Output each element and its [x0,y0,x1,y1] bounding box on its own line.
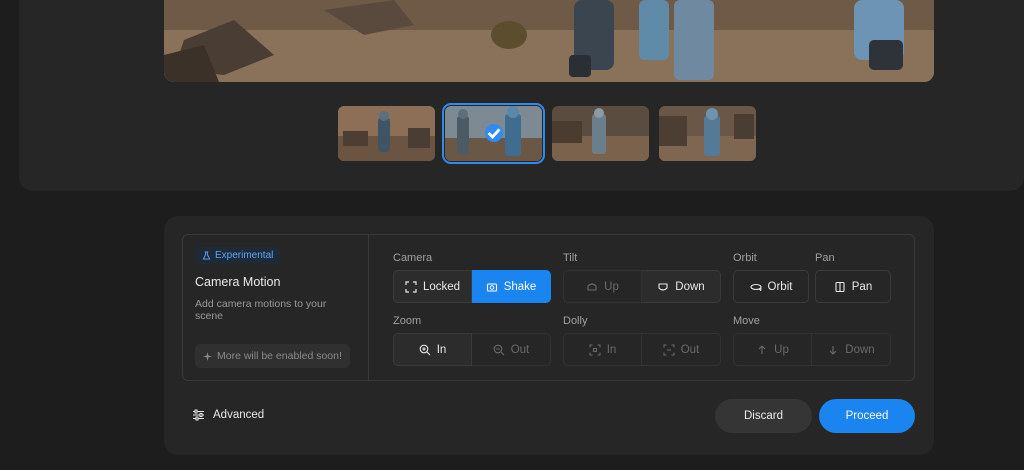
flask-icon [202,251,211,260]
camera-locked-button[interactable]: Locked [393,270,472,303]
corners-icon [405,280,417,293]
advanced-button[interactable]: Advanced [192,409,264,421]
zoom-segment: In Out [393,333,551,366]
pan-segment: Pan [815,270,891,303]
tilt-down-label: Down [675,280,705,293]
proceed-button[interactable]: Proceed [819,399,915,433]
dolly-in-icon [589,344,601,355]
advanced-label: Advanced [213,409,265,421]
move-down-label: Down [845,343,875,356]
orbit-button-label: Orbit [767,280,793,293]
camera-shake-icon [486,282,497,292]
move-up-label: Up [774,343,789,356]
sparkle-icon [203,351,212,361]
check-icon [485,124,503,142]
badge-label: Experimental [215,250,274,261]
tilt-segment: Up Down [563,270,721,303]
thumbnail-4[interactable] [659,106,756,161]
dolly-in-button[interactable]: In [563,333,642,366]
camera-motion-panel: Experimental Camera Motion Add camera mo… [164,216,934,455]
tilt-label: Tilt [563,252,578,264]
arrow-up-icon [758,344,766,354]
orbit-segment: Orbit [733,270,809,303]
move-down-button[interactable]: Down [812,333,891,366]
tilt-up-label: Up [604,280,619,293]
camera-shake-button[interactable]: Shake [472,270,551,303]
preview-image [164,0,934,82]
orbit-button[interactable]: Orbit [733,270,809,303]
zoom-in-icon [419,344,431,355]
orbit-label: Orbit [733,252,757,264]
arrow-down-icon [829,345,837,355]
camera-motion-info: Experimental Camera Motion Add camera mo… [183,235,369,380]
camera-label: Camera [393,252,433,264]
experimental-badge: Experimental [195,247,281,264]
zoom-in-button[interactable]: In [393,333,472,366]
shake-label: Shake [503,280,537,293]
dolly-out-label: Out [680,343,700,356]
thumbnail-strip [338,103,756,164]
tilt-up-icon [587,282,597,291]
zoom-label: Zoom [393,315,422,327]
dolly-in-label: In [606,343,617,356]
thumbnail-1[interactable] [338,106,435,161]
dolly-segment: In Out [563,333,721,366]
camera-segment: Locked Shake [393,270,551,303]
pan-label: Pan [815,252,835,264]
sliders-icon [193,409,204,421]
locked-label: Locked [422,280,461,293]
section-description: Add camera motions to your scene [195,298,327,322]
zoom-in-label: In [436,343,447,356]
pan-button[interactable]: Pan [815,270,891,303]
move-segment: Up Down [733,333,891,366]
thumbnail-2[interactable] [442,103,545,164]
orbit-icon [749,283,762,291]
move-label: Move [733,315,760,327]
section-title: Camera Motion [195,275,281,289]
tilt-down-icon [658,282,668,291]
dolly-out-icon [663,344,675,355]
zoom-out-label: Out [510,343,530,356]
zoom-out-button[interactable]: Out [472,333,551,366]
thumbnail-3[interactable] [552,106,649,161]
move-up-button[interactable]: Up [733,333,812,366]
zoom-out-icon [493,344,505,355]
coming-soon-label: More will be enabled soon! [217,350,342,362]
dolly-label: Dolly [563,315,588,327]
coming-soon-note: More will be enabled soon! [195,344,350,368]
tilt-down-button[interactable]: Down [642,270,721,303]
camera-motion-box: Experimental Camera Motion Add camera mo… [182,234,915,381]
pan-icon [835,281,845,292]
discard-button[interactable]: Discard [715,399,812,433]
tilt-up-button[interactable]: Up [563,270,642,303]
dolly-out-button[interactable]: Out [642,333,721,366]
pan-button-label: Pan [851,280,873,293]
